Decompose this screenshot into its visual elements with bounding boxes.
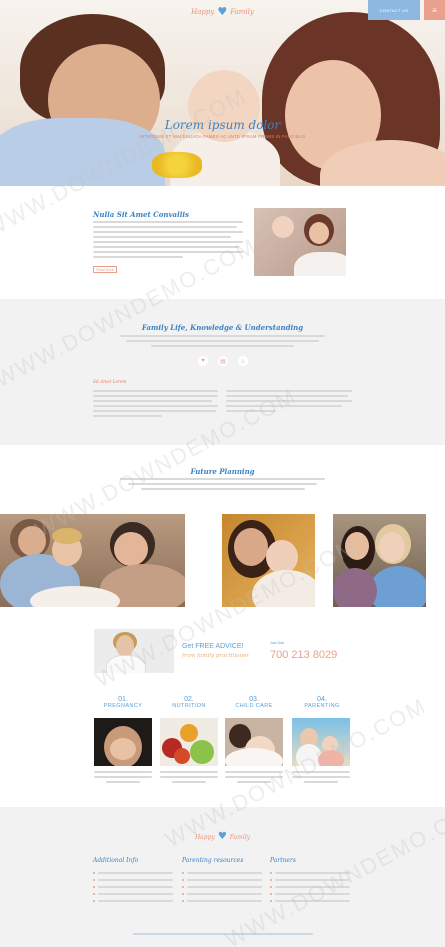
- knowledge-label: Sit Amet Lorem: [93, 379, 127, 384]
- phone-number[interactable]: 700 213 8029: [270, 649, 337, 661]
- footer-link[interactable]: [93, 876, 173, 883]
- category-child-care[interactable]: 03. CHILD CARE: [224, 696, 284, 709]
- category-name: NUTRITION: [172, 703, 206, 709]
- hero-photo-flower: [152, 152, 202, 178]
- category-number: 02.: [184, 696, 194, 703]
- heart-logo-icon: ♥: [217, 831, 227, 842]
- category-number: 03.: [249, 696, 259, 703]
- planning-intro: [120, 478, 325, 493]
- parenting-text: [292, 771, 350, 786]
- category-name: PREGNANCY: [103, 703, 143, 709]
- heart-icon[interactable]: ♥: [198, 356, 208, 366]
- footer-link[interactable]: [93, 883, 173, 890]
- category-number: 04.: [317, 696, 327, 703]
- hero-subtitle: INTERDUM ET MALESUADA FAMES AC ANTE IPSU…: [139, 134, 306, 139]
- hamburger-icon[interactable]: ≡: [424, 0, 445, 20]
- category-pregnancy[interactable]: 01. PREGNANCY: [93, 696, 153, 709]
- logo-text-right: Family: [230, 8, 254, 16]
- category-name: CHILD CARE: [235, 703, 273, 709]
- category-nutrition[interactable]: 02. NUTRITION: [159, 696, 219, 709]
- footer-column-title: Additional Info: [93, 857, 139, 864]
- intro-section: Nulla Sit Amet Convallis Read More: [0, 186, 445, 299]
- footer-link[interactable]: [270, 869, 350, 876]
- knowledge-intro: [120, 335, 325, 350]
- footer: Happy ♥ Family Additional Info Parenting r…: [0, 807, 445, 947]
- phone-label: Just Dial: [270, 641, 284, 645]
- family-bed-photo: [0, 514, 185, 607]
- logo-text-left: Happy: [191, 8, 215, 16]
- hero-banner: Happy ♥ Family CONTACT US ≡ Lorem ipsum do…: [0, 0, 445, 186]
- knowledge-text-left: [93, 390, 218, 420]
- intro-title: Nulla Sit Amet Convallis: [93, 210, 189, 219]
- footer-link[interactable]: [182, 890, 262, 897]
- pregnancy-photo[interactable]: [94, 718, 152, 766]
- mother-daughter-photo: [333, 514, 426, 607]
- doctor-photo: [94, 629, 174, 673]
- advice-title: Get FREE ADVICE!: [182, 643, 244, 650]
- footer-link[interactable]: [182, 883, 262, 890]
- heart-logo-icon: ♥: [217, 5, 228, 18]
- footer-link[interactable]: [182, 897, 262, 904]
- child-care-text: [225, 771, 283, 786]
- footer-link[interactable]: [182, 876, 262, 883]
- footer-link[interactable]: [270, 897, 350, 904]
- copyright-bar: [0, 933, 445, 935]
- footer-link[interactable]: [182, 869, 262, 876]
- book-icon[interactable]: ▤: [218, 356, 228, 366]
- knowledge-section: Family Life, Knowledge & Understanding ♥…: [0, 299, 445, 445]
- hero-title: Lorem ipsum dolor: [164, 118, 281, 132]
- nutrition-photo[interactable]: [160, 718, 218, 766]
- pregnancy-text: [94, 771, 152, 786]
- mother-child-photo: [222, 514, 315, 607]
- read-more-button[interactable]: Read More: [93, 266, 117, 273]
- footer-link[interactable]: [270, 890, 350, 897]
- footer-column-title: Partners: [270, 857, 296, 864]
- planning-section: Future Planning: [0, 445, 445, 625]
- footer-logo-left: Happy: [194, 834, 215, 841]
- footer-link[interactable]: [93, 890, 173, 897]
- parenting-photo[interactable]: [292, 718, 350, 766]
- mother-baby-photo: [254, 208, 346, 276]
- knowledge-icons: ♥ ▤ ♨: [198, 356, 248, 366]
- knowledge-text-right: [226, 390, 352, 415]
- footer-column-resources: Parenting resources: [182, 857, 262, 904]
- planning-title: Future Planning: [190, 467, 255, 476]
- footer-link[interactable]: [93, 897, 173, 904]
- footer-column-partners: Partners: [270, 857, 350, 904]
- footer-column-title: Parenting resources: [182, 857, 244, 864]
- nutrition-text: [160, 771, 218, 786]
- footer-column-info: Additional Info: [93, 857, 173, 904]
- footer-link[interactable]: [270, 883, 350, 890]
- intro-text: [93, 221, 243, 261]
- footer-logo[interactable]: Happy ♥ Family: [0, 831, 445, 842]
- footer-logo-right: Family: [229, 834, 251, 841]
- child-care-photo[interactable]: [225, 718, 283, 766]
- advice-section: Get FREE ADVICE! from family practitione…: [0, 625, 445, 807]
- page: Happy ♥ Family CONTACT US ≡ Lorem ipsum do…: [0, 0, 445, 947]
- cake-icon[interactable]: ♨: [238, 356, 248, 366]
- category-name: PARENTING: [304, 703, 340, 709]
- category-parenting[interactable]: 04. PARENTING: [292, 696, 352, 709]
- category-number: 01.: [118, 696, 128, 703]
- footer-link[interactable]: [270, 876, 350, 883]
- contact-us-button[interactable]: CONTACT US: [368, 0, 420, 20]
- advice-subtitle: from family practitioner: [182, 653, 250, 659]
- knowledge-title: Family Life, Knowledge & Understanding: [141, 323, 304, 332]
- footer-link[interactable]: [93, 869, 173, 876]
